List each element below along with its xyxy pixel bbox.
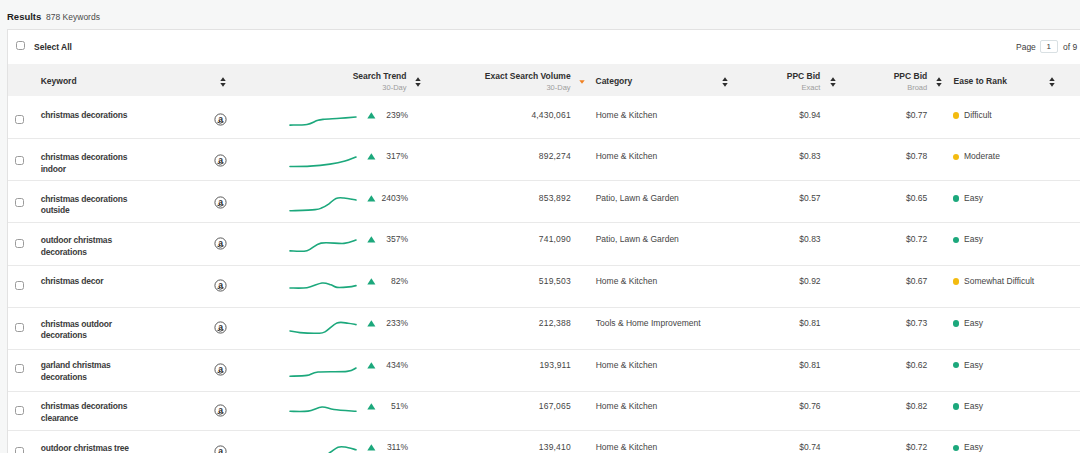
svg-text:a: a [218,446,223,453]
